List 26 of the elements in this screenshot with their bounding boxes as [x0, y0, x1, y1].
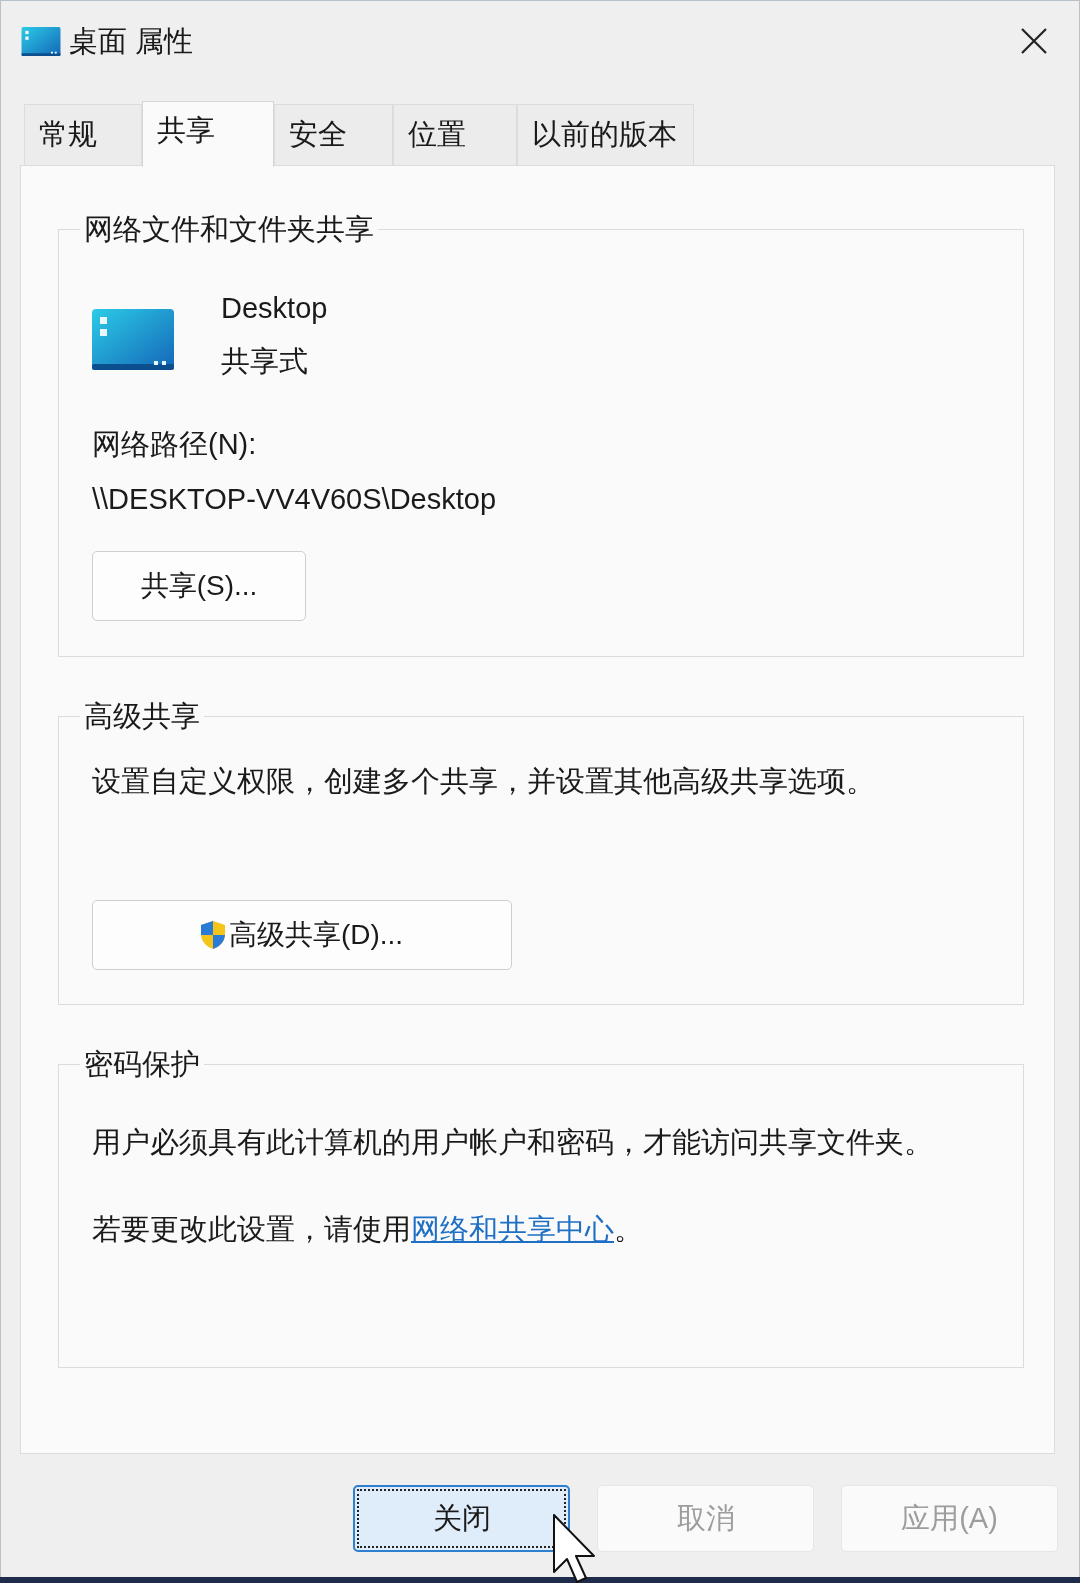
- description-text: 设置自定义权限，创建多个共享，并设置其他高级共享选项。: [92, 764, 875, 799]
- path-label: 网络路径(N):: [92, 427, 257, 462]
- tab[interactable]: 位置: [393, 104, 517, 165]
- group-heading: 密码保护: [83, 1047, 201, 1081]
- close-icon: [1021, 28, 1047, 54]
- group-heading: 网络文件和文件夹共享: [83, 212, 375, 246]
- network-path: \\DESKTOP-VV4V60S\Desktop: [92, 482, 497, 517]
- tab[interactable]: 安全: [274, 104, 393, 165]
- share-button[interactable]: 共享(S)...: [92, 551, 306, 621]
- folder-name: Desktop: [221, 291, 328, 326]
- mouse-pointer-icon: [553, 1514, 595, 1583]
- window-title: 桌面 属性: [69, 24, 194, 59]
- tab[interactable]: 共享: [142, 101, 274, 167]
- share-status: 共享式: [221, 344, 308, 379]
- shield-icon: [200, 921, 225, 949]
- tab[interactable]: 常规: [24, 104, 142, 165]
- advanced-sharing-button[interactable]: 高级共享(D)...: [92, 900, 512, 970]
- desktop-icon: [20, 26, 62, 56]
- dialog-button[interactable]: 关闭: [353, 1485, 570, 1552]
- desktop-icon: [92, 309, 174, 370]
- close-button[interactable]: [1021, 28, 1047, 54]
- description-text: 用户必须具有此计算机的用户帐户和密码，才能访问共享文件夹。: [92, 1125, 933, 1160]
- tab[interactable]: 以前的版本: [517, 104, 694, 165]
- group-heading: 高级共享: [83, 699, 201, 733]
- network-sharing-center-link[interactable]: 网络和共享中心: [411, 1213, 614, 1245]
- settings-note: 若要更改此设置，请使用网络和共享中心。: [92, 1212, 643, 1247]
